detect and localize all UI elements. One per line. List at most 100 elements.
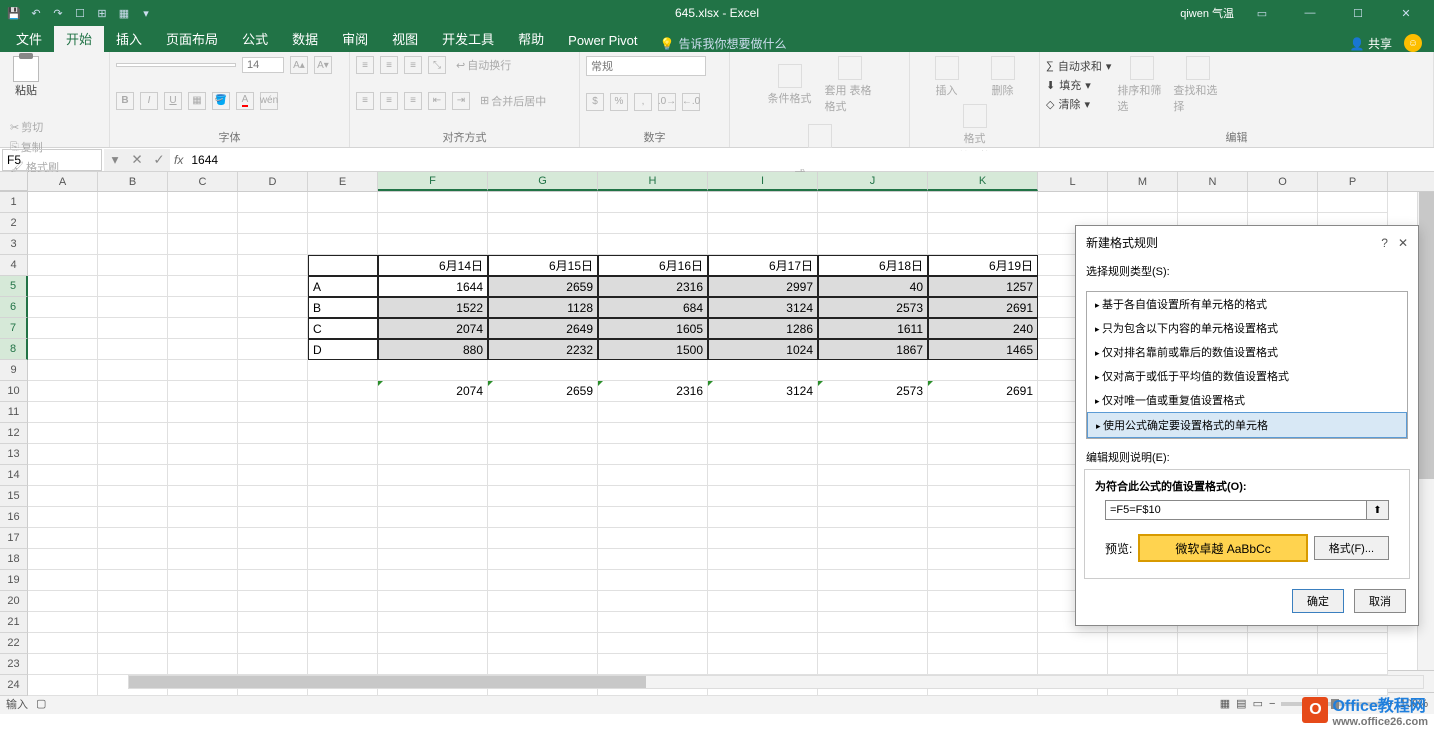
cell[interactable] (98, 339, 168, 360)
cell[interactable] (598, 633, 708, 654)
cell[interactable] (598, 507, 708, 528)
percent-icon[interactable]: % (610, 93, 628, 111)
cell[interactable] (928, 570, 1038, 591)
cell[interactable] (598, 549, 708, 570)
column-header[interactable]: A (28, 172, 98, 191)
cell[interactable] (308, 381, 378, 402)
cell[interactable] (28, 654, 98, 675)
align-middle-icon[interactable]: ≡ (380, 56, 398, 74)
cell[interactable] (928, 486, 1038, 507)
row-header[interactable]: 12 (0, 423, 28, 444)
cell[interactable]: 6月17日 (708, 255, 818, 276)
cell[interactable] (168, 255, 238, 276)
cell[interactable] (28, 255, 98, 276)
cell[interactable] (238, 654, 308, 675)
horizontal-scrollbar[interactable] (128, 675, 1424, 689)
cell[interactable] (238, 444, 308, 465)
row-header[interactable]: 15 (0, 486, 28, 507)
row-header[interactable]: 19 (0, 570, 28, 591)
tab-page-layout[interactable]: 页面布局 (154, 25, 230, 52)
cell[interactable] (818, 192, 928, 213)
cell[interactable]: 2316 (598, 381, 708, 402)
cell[interactable] (378, 591, 488, 612)
cell[interactable] (488, 654, 598, 675)
cell[interactable]: 2691 (928, 297, 1038, 318)
cell[interactable] (98, 528, 168, 549)
cell[interactable]: 1867 (818, 339, 928, 360)
undo-icon[interactable]: ↶ (28, 5, 44, 21)
cell[interactable] (1038, 192, 1108, 213)
column-header[interactable]: H (598, 172, 708, 191)
cell[interactable] (928, 402, 1038, 423)
align-bottom-icon[interactable]: ≡ (404, 56, 422, 74)
column-header[interactable]: G (488, 172, 598, 191)
cell[interactable] (818, 507, 928, 528)
cell[interactable] (378, 423, 488, 444)
cell[interactable] (308, 444, 378, 465)
cell[interactable] (378, 234, 488, 255)
cell[interactable] (928, 192, 1038, 213)
cell[interactable] (168, 423, 238, 444)
cell[interactable] (168, 654, 238, 675)
cell[interactable] (168, 444, 238, 465)
row-header[interactable]: 10 (0, 381, 28, 402)
cell[interactable] (168, 549, 238, 570)
cell[interactable] (28, 339, 98, 360)
share-button[interactable]: 👤 共享 (1350, 35, 1392, 52)
cell[interactable] (238, 570, 308, 591)
cell[interactable] (708, 486, 818, 507)
cell[interactable]: 40 (818, 276, 928, 297)
cell[interactable] (598, 402, 708, 423)
delete-cells-button[interactable]: 删除 (978, 56, 1028, 98)
find-select-button[interactable]: 查找和选择 (1173, 56, 1223, 114)
decrease-decimal-icon[interactable]: ←.0 (682, 93, 700, 111)
column-header[interactable]: E (308, 172, 378, 191)
cell[interactable] (488, 444, 598, 465)
row-header[interactable]: 7 (0, 318, 28, 339)
cell[interactable] (28, 570, 98, 591)
format-button[interactable]: 格式(F)... (1314, 536, 1389, 560)
cell[interactable] (98, 213, 168, 234)
cell[interactable] (598, 213, 708, 234)
tab-insert[interactable]: 插入 (104, 25, 154, 52)
font-size-dropdown[interactable]: 14 (242, 57, 284, 73)
cell[interactable] (708, 234, 818, 255)
column-header[interactable]: B (98, 172, 168, 191)
font-name-dropdown[interactable] (116, 63, 236, 67)
wrap-text-button[interactable]: ↩ 自动换行 (452, 56, 515, 74)
column-header[interactable]: D (238, 172, 308, 191)
cell[interactable] (818, 423, 928, 444)
cell[interactable]: 1128 (488, 297, 598, 318)
column-header[interactable]: K (928, 172, 1038, 191)
cell[interactable]: 6月19日 (928, 255, 1038, 276)
macro-record-icon[interactable]: ▢ (36, 697, 46, 710)
cell[interactable] (238, 591, 308, 612)
cell[interactable]: 880 (378, 339, 488, 360)
row-header[interactable]: 20 (0, 591, 28, 612)
rule-type-item[interactable]: 仅对高于或低于平均值的数值设置格式 (1087, 364, 1407, 388)
comma-icon[interactable]: , (634, 93, 652, 111)
tab-review[interactable]: 审阅 (330, 25, 380, 52)
cell[interactable] (708, 654, 818, 675)
autosum-button[interactable]: ∑ 自动求和 ▾ (1046, 57, 1111, 75)
column-header[interactable]: F (378, 172, 488, 191)
cell[interactable] (98, 633, 168, 654)
view-pagelayout-icon[interactable]: ▤ (1236, 697, 1246, 710)
cell[interactable] (28, 402, 98, 423)
cell[interactable] (168, 339, 238, 360)
cell[interactable] (308, 633, 378, 654)
help-icon[interactable]: ? (1381, 236, 1388, 250)
cell[interactable] (818, 633, 928, 654)
cut-button[interactable]: ✂ 剪切 (6, 118, 63, 136)
insert-cells-button[interactable]: 插入 (922, 56, 972, 98)
cell[interactable] (28, 591, 98, 612)
cell[interactable] (308, 549, 378, 570)
cell[interactable] (928, 213, 1038, 234)
cell[interactable] (928, 423, 1038, 444)
italic-button[interactable]: I (140, 92, 158, 110)
cell[interactable] (308, 612, 378, 633)
cell[interactable]: 1611 (818, 318, 928, 339)
cell[interactable] (818, 444, 928, 465)
vertical-scrollbar[interactable] (1417, 192, 1434, 670)
cell[interactable] (928, 234, 1038, 255)
